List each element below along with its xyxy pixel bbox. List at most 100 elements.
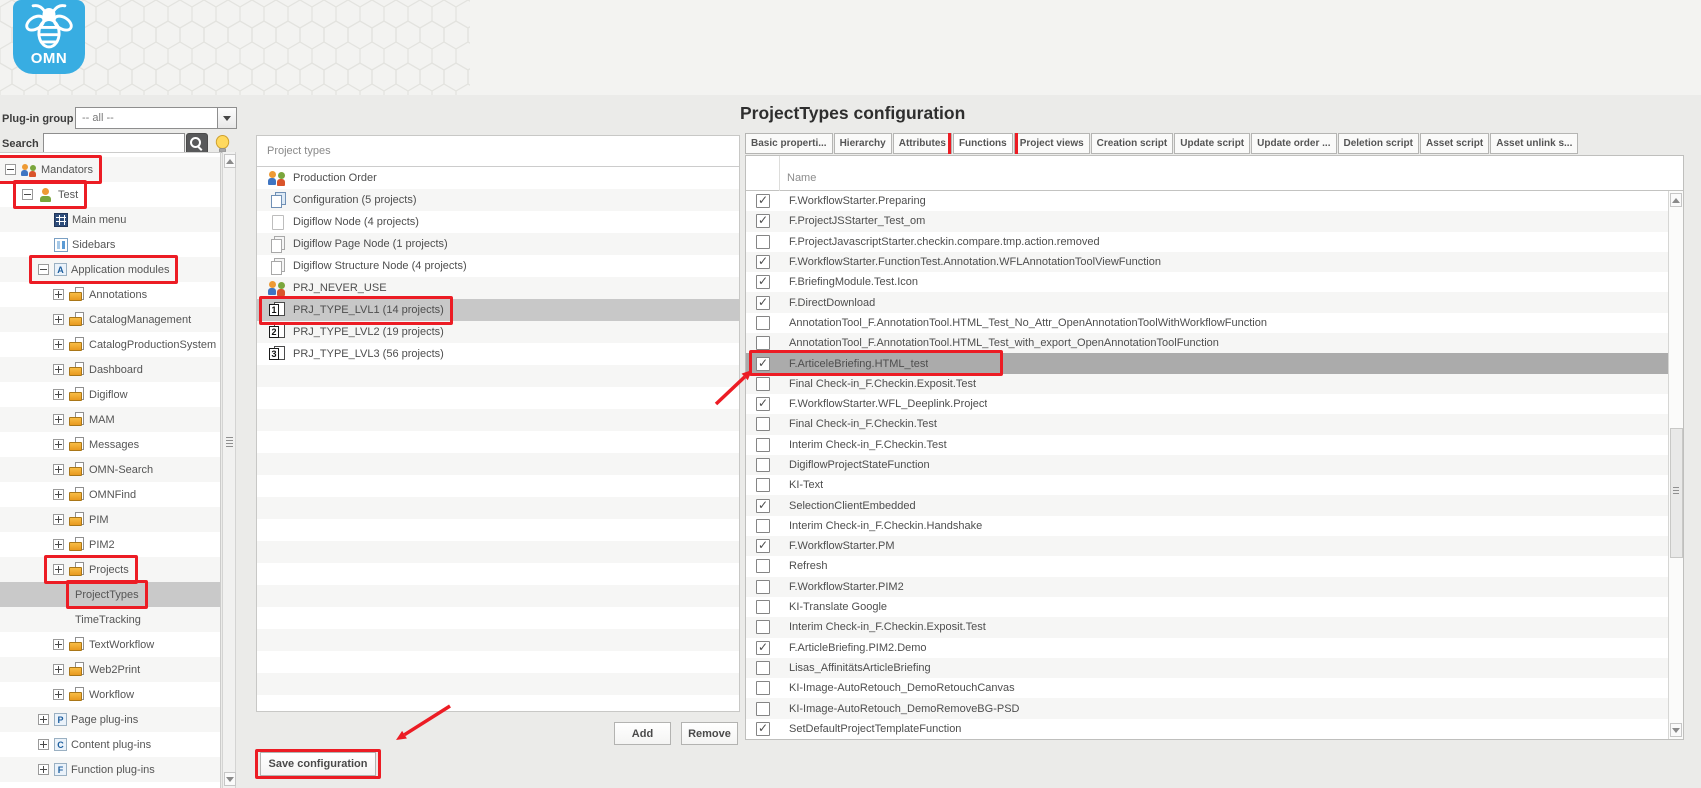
tree-item[interactable]: Main menu	[0, 207, 220, 232]
scroll-down-button[interactable]	[1670, 723, 1682, 737]
expander-icon[interactable]	[53, 289, 64, 300]
remove-button[interactable]: Remove	[681, 722, 738, 745]
splitter-grip[interactable]	[226, 437, 233, 448]
tree-item[interactable]: Messages	[0, 432, 220, 457]
function-row[interactable]: AnnotationTool_F.AnnotationTool.HTML_Tes…	[746, 333, 1668, 354]
function-row[interactable]: KI-Translate Google	[746, 596, 1668, 618]
expander-icon[interactable]	[38, 714, 49, 725]
function-row[interactable]: F.WorkflowStarter.PM	[746, 536, 1668, 557]
tab[interactable]: Update script	[1174, 133, 1251, 154]
tree-item[interactable]: Application modules	[0, 255, 220, 284]
function-checkbox[interactable]	[756, 518, 770, 533]
function-checkbox[interactable]	[756, 458, 770, 472]
function-checkbox[interactable]	[756, 315, 770, 330]
expander-icon[interactable]	[53, 464, 64, 475]
expander-icon[interactable]	[53, 414, 64, 425]
tree-item[interactable]: TimeTracking	[0, 607, 220, 632]
function-row[interactable]: F.DirectDownload	[746, 292, 1668, 313]
function-checkbox[interactable]	[756, 396, 770, 412]
function-checkbox[interactable]	[756, 600, 770, 615]
function-row[interactable]: SelectionClientEmbedded	[746, 495, 1668, 516]
expander-icon[interactable]	[53, 689, 64, 700]
function-row[interactable]: Final Check-in_F.Checkin.Test	[746, 414, 1668, 435]
function-checkbox[interactable]	[756, 478, 770, 493]
expander-icon[interactable]	[53, 539, 64, 550]
function-row[interactable]: Refresh	[746, 556, 1668, 577]
tab[interactable]: Asset unlink s...	[1490, 133, 1579, 154]
save-configuration-button[interactable]: Save configuration	[255, 749, 381, 779]
function-row[interactable]: Lisas_AffinitätsArticleBriefing	[746, 657, 1668, 679]
plugin-group-select[interactable]: -- all --	[75, 107, 224, 129]
expander-icon[interactable]	[53, 514, 64, 525]
tree-item[interactable]: Digiflow	[0, 382, 220, 407]
function-checkbox[interactable]	[756, 417, 770, 432]
function-row[interactable]: KI-Image-AutoRetouch_DemoRemoveBG-PSD	[746, 698, 1668, 719]
tree-item[interactable]: Test	[0, 180, 220, 209]
tree-item[interactable]: Annotations	[0, 282, 220, 307]
tab[interactable]: Project views	[1013, 133, 1090, 154]
project-type-row[interactable]: PRJ_NEVER_USE	[257, 277, 739, 299]
function-checkbox[interactable]	[756, 437, 770, 452]
expander-icon[interactable]	[53, 489, 64, 500]
tree-item[interactable]: Sidebars	[0, 232, 220, 257]
project-type-row[interactable]: Production Order	[257, 167, 739, 189]
function-checkbox[interactable]	[756, 681, 770, 696]
tree-item[interactable]: CatalogManagement	[0, 307, 220, 332]
function-row[interactable]: Final Check-in_F.Checkin.Exposit.Test	[746, 373, 1668, 394]
scroll-down-button[interactable]	[224, 772, 236, 786]
function-row[interactable]: DigiflowProjectStateFunction	[746, 454, 1668, 476]
tree-item[interactable]: Content plug-ins	[0, 732, 220, 757]
function-checkbox[interactable]	[756, 376, 770, 391]
function-checkbox[interactable]	[756, 356, 770, 371]
function-row[interactable]: F.ProjectJavascriptStarter.checkin.compa…	[746, 231, 1668, 252]
add-button[interactable]: Add	[614, 722, 671, 745]
function-checkbox[interactable]	[756, 701, 770, 716]
expander-icon[interactable]	[53, 364, 64, 375]
tree-item[interactable]: PIM2	[0, 532, 220, 557]
tree-item[interactable]: TextWorkflow	[0, 632, 220, 657]
tab[interactable]: Functions	[947, 133, 1018, 154]
project-type-row[interactable]: PRJ_TYPE_LVL2 (19 projects)	[257, 321, 739, 343]
function-row[interactable]: Interim Check-in_F.Checkin.Test	[746, 434, 1668, 455]
tree-item[interactable]: Projects	[0, 555, 220, 584]
function-checkbox[interactable]	[756, 721, 770, 736]
expander-icon[interactable]	[5, 164, 16, 175]
tab[interactable]: Deletion script	[1337, 133, 1419, 154]
tree-item[interactable]: Web2Print	[0, 657, 220, 682]
function-checkbox[interactable]	[756, 579, 770, 594]
tree-item[interactable]: Mandators	[0, 155, 220, 184]
tree-item[interactable]: CatalogProductionSystem	[0, 332, 220, 357]
function-checkbox[interactable]	[756, 295, 770, 310]
function-checkbox[interactable]	[756, 538, 770, 554]
expander-icon[interactable]	[53, 439, 64, 450]
tab[interactable]: Asset script	[1419, 133, 1490, 154]
tab[interactable]: Creation script	[1090, 133, 1174, 154]
tree-item[interactable]: OMNFind	[0, 482, 220, 507]
expander-icon[interactable]	[53, 339, 64, 350]
function-checkbox[interactable]	[756, 336, 770, 351]
function-row[interactable]: KI-Text	[746, 475, 1668, 496]
search-input[interactable]	[43, 133, 185, 153]
project-type-row[interactable]: PRJ_TYPE_LVL3 (56 projects)	[257, 343, 739, 365]
function-row[interactable]: F.WorkflowStarter.Preparing	[746, 191, 1668, 212]
scroll-up-button[interactable]	[1670, 193, 1682, 207]
tab[interactable]: Hierarchy	[833, 133, 892, 154]
tree-item[interactable]: Workflow	[0, 682, 220, 707]
function-checkbox[interactable]	[756, 660, 770, 675]
function-row[interactable]: SetDefaultProjectTemplateFunction	[746, 718, 1668, 739]
expander-icon[interactable]	[38, 264, 49, 275]
tree-item[interactable]: Page plug-ins	[0, 707, 220, 732]
tab[interactable]: Basic properti...	[745, 133, 833, 154]
expander-icon[interactable]	[53, 639, 64, 650]
expander-icon[interactable]	[38, 764, 49, 775]
function-checkbox[interactable]	[756, 559, 770, 574]
tree-item[interactable]: OMN-Search	[0, 457, 220, 482]
project-type-row[interactable]: Digiflow Structure Node (4 projects)	[257, 255, 739, 277]
function-checkbox[interactable]	[756, 234, 770, 249]
function-row[interactable]: F.WorkflowStarter.WFL_Deeplink.Project	[746, 393, 1668, 415]
expander-icon[interactable]	[38, 739, 49, 750]
tree-item[interactable]: Dashboard	[0, 357, 220, 382]
function-checkbox[interactable]	[756, 274, 770, 290]
tree-item[interactable]: MAM	[0, 407, 220, 432]
function-row[interactable]: Interim Check-in_F.Checkin.Handshake	[746, 515, 1668, 537]
